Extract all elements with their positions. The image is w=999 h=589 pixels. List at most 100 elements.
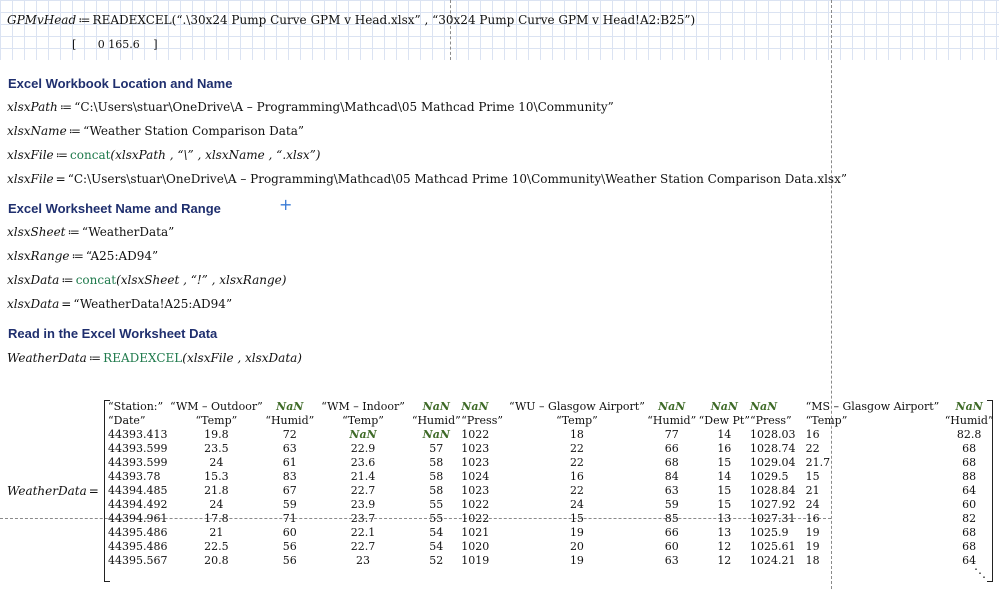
xlsx-data-evaluation[interactable]: xlsxData = “WeatherData!A25:AD94” <box>7 296 232 312</box>
matrix-cell[interactable]: 22 <box>509 484 645 498</box>
insert-crosshair-icon[interactable]: + <box>279 197 292 213</box>
matrix-cell[interactable]: 64 <box>939 554 999 568</box>
matrix-cell[interactable]: 1028.74 <box>750 442 806 456</box>
matrix-cell[interactable]: “Press” <box>750 414 806 428</box>
matrix-cell[interactable]: 71 <box>265 512 315 526</box>
matrix-cell[interactable]: 68 <box>939 540 999 554</box>
matrix-cell[interactable]: 68 <box>939 442 999 456</box>
matrix-cell[interactable]: 18 <box>806 554 940 568</box>
matrix-cell[interactable]: 24 <box>509 498 645 512</box>
matrix-cell[interactable]: 1021 <box>461 526 509 540</box>
matrix-cell[interactable]: 15 <box>806 470 940 484</box>
matrix-cell[interactable]: 12 <box>699 554 750 568</box>
matrix-cell[interactable]: 66 <box>645 442 699 456</box>
xlsx-path-definition[interactable]: xlsxPath ≔ “C:\Users\stuar\OneDrive\A – Pr… <box>7 99 614 115</box>
matrix-cell[interactable]: “WM – Outdoor” <box>168 400 265 414</box>
matrix-cell[interactable]: 44394.961 <box>108 512 168 526</box>
matrix-cell[interactable]: NaN <box>315 428 412 442</box>
matrix-cell[interactable]: 12 <box>699 540 750 554</box>
matrix-cell[interactable]: 1029.04 <box>750 456 806 470</box>
matrix-cell[interactable]: 14 <box>699 428 750 442</box>
matrix-cell[interactable]: 15 <box>509 512 645 526</box>
matrix-cell[interactable]: 19 <box>806 540 940 554</box>
matrix-cell[interactable]: “Humid” <box>265 414 315 428</box>
matrix-cell[interactable]: 44394.492 <box>108 498 168 512</box>
matrix-cell[interactable]: 22.1 <box>315 526 412 540</box>
matrix-cell[interactable]: 20 <box>509 540 645 554</box>
matrix-cell[interactable]: 22.5 <box>168 540 265 554</box>
matrix-cell[interactable]: 20.8 <box>168 554 265 568</box>
matrix-cell[interactable]: 13 <box>699 526 750 540</box>
matrix-cell[interactable]: 22 <box>509 456 645 470</box>
heading-read-worksheet[interactable]: Read in the Excel Worksheet Data <box>8 326 217 341</box>
gpm-head-result-vector[interactable]: [ 0 165.6 ] <box>72 38 158 51</box>
matrix-cell[interactable]: NaN <box>699 400 750 414</box>
matrix-cell[interactable]: 84 <box>645 470 699 484</box>
matrix-cell[interactable]: 1023 <box>461 456 509 470</box>
matrix-cell[interactable]: 67 <box>265 484 315 498</box>
matrix-cell[interactable]: 1029.5 <box>750 470 806 484</box>
matrix-cell[interactable]: 54 <box>411 526 461 540</box>
matrix-cell[interactable]: 1025.61 <box>750 540 806 554</box>
matrix-cell[interactable]: 83 <box>265 470 315 484</box>
matrix-cell[interactable]: 56 <box>265 540 315 554</box>
matrix-cell[interactable]: 52 <box>411 554 461 568</box>
matrix-cell[interactable]: 88 <box>939 470 999 484</box>
matrix-cell[interactable]: 23 <box>315 554 412 568</box>
matrix-cell[interactable]: “Press” <box>461 414 509 428</box>
matrix-cell[interactable]: 23.7 <box>315 512 412 526</box>
matrix-cell[interactable]: NaN <box>411 428 461 442</box>
matrix-cell[interactable]: 44393.599 <box>108 456 168 470</box>
matrix-cell[interactable]: 1025.9 <box>750 526 806 540</box>
heading-workbook-location[interactable]: Excel Workbook Location and Name <box>8 76 232 91</box>
matrix-cell[interactable]: 64 <box>939 484 999 498</box>
matrix-cell[interactable]: 60 <box>265 526 315 540</box>
matrix-cell[interactable]: 23.5 <box>168 442 265 456</box>
matrix-cell[interactable]: 58 <box>411 470 461 484</box>
matrix-cell[interactable]: 59 <box>645 498 699 512</box>
matrix-cell[interactable]: 16 <box>699 442 750 456</box>
matrix-cell[interactable]: 19 <box>509 554 645 568</box>
matrix-cell[interactable]: 1028.03 <box>750 428 806 442</box>
matrix-cell[interactable]: 68 <box>645 456 699 470</box>
matrix-cell[interactable]: 58 <box>411 484 461 498</box>
matrix-cell[interactable]: 1022 <box>461 512 509 526</box>
matrix-cell[interactable]: “MS – Glasgow Airport” <box>806 400 940 414</box>
matrix-cell[interactable]: 44393.78 <box>108 470 168 484</box>
matrix-cell[interactable]: 22 <box>509 442 645 456</box>
matrix-cell[interactable]: 15.3 <box>168 470 265 484</box>
matrix-cell[interactable]: 18 <box>509 428 645 442</box>
matrix-cell[interactable]: 60 <box>645 540 699 554</box>
xlsx-name-definition[interactable]: xlsxName ≔ “Weather Station Comparison Dat… <box>7 123 304 139</box>
matrix-cell[interactable]: 82 <box>939 512 999 526</box>
matrix-cell[interactable]: 1022 <box>461 498 509 512</box>
matrix-cell[interactable]: “Humid” <box>411 414 461 428</box>
matrix-cell[interactable]: 1027.92 <box>750 498 806 512</box>
matrix-cell[interactable]: 56 <box>265 554 315 568</box>
matrix-cell[interactable]: 44395.486 <box>108 526 168 540</box>
matrix-cell[interactable]: 22.7 <box>315 484 412 498</box>
matrix-cell[interactable]: 44393.413 <box>108 428 168 442</box>
matrix-cell[interactable]: 1028.84 <box>750 484 806 498</box>
matrix-cell[interactable]: 68 <box>939 456 999 470</box>
matrix-cell[interactable]: 1022 <box>461 428 509 442</box>
matrix-cell[interactable]: 63 <box>265 442 315 456</box>
matrix-cell[interactable]: 77 <box>645 428 699 442</box>
weather-data-definition[interactable]: WeatherData ≔ READEXCEL(xlsxFile , xlsxDat… <box>7 350 302 366</box>
xlsx-file-evaluation[interactable]: xlsxFile = “C:\Users\stuar\OneDrive\A – Pr… <box>7 171 847 187</box>
xlsx-file-definition[interactable]: xlsxFile ≔ concat(xlsxPath , “\” , xlsxNam… <box>7 147 320 163</box>
matrix-cell[interactable]: 21.8 <box>168 484 265 498</box>
matrix-cell[interactable]: 16 <box>806 512 940 526</box>
matrix-cell[interactable]: “Humid” <box>645 414 699 428</box>
matrix-cell[interactable]: 63 <box>645 554 699 568</box>
matrix-cell[interactable]: 44393.599 <box>108 442 168 456</box>
matrix-cell[interactable]: 59 <box>265 498 315 512</box>
matrix-cell[interactable]: 23.6 <box>315 456 412 470</box>
matrix-cell[interactable]: 54 <box>411 540 461 554</box>
matrix-ellipsis-icon[interactable]: ⋱ <box>974 566 986 580</box>
matrix-cell[interactable]: 1020 <box>461 540 509 554</box>
matrix-cell[interactable]: 19.8 <box>168 428 265 442</box>
matrix-cell[interactable]: 16 <box>806 428 940 442</box>
matrix-cell[interactable]: “Date” <box>108 414 168 428</box>
matrix-cell[interactable]: 15 <box>699 484 750 498</box>
